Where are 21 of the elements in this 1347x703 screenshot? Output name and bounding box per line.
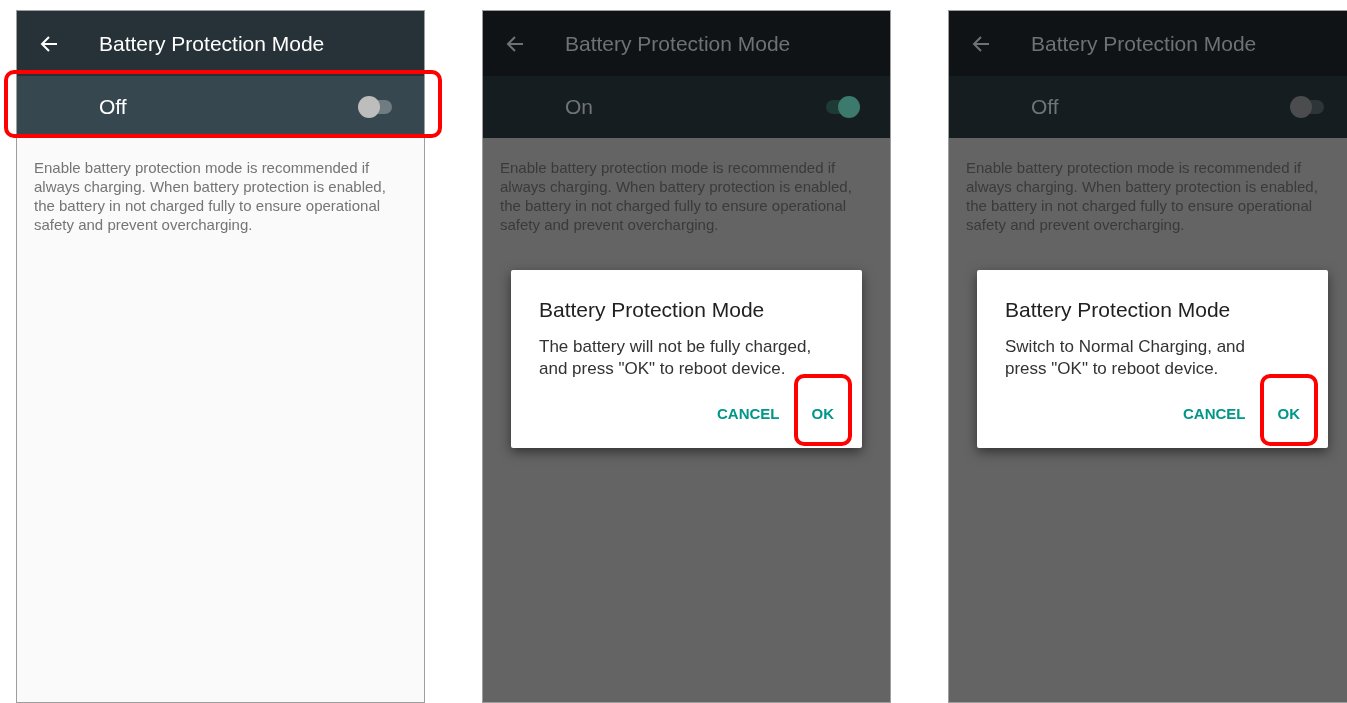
screen-title: Battery Protection Mode xyxy=(99,30,325,57)
back-arrow-icon[interactable] xyxy=(39,33,59,54)
toggle-switch[interactable] xyxy=(824,96,860,118)
switch-label: Off xyxy=(99,94,127,121)
dialog-title: Battery Protection Mode xyxy=(1005,297,1232,323)
switch-row[interactable]: Off xyxy=(949,76,1347,138)
dialog-message: Switch to Normal Charging, and press "OK" to reboot device. xyxy=(1005,335,1246,380)
dialog-button[interactable]: CANCEL xyxy=(703,390,794,438)
dialog-button[interactable]: CANCEL xyxy=(1169,390,1260,438)
dialog-title: Battery Protection Mode xyxy=(539,297,766,323)
switch-label: Off xyxy=(1031,94,1059,121)
dialog-message: The battery will not be fully charged, and press "OK" to reboot device. xyxy=(539,335,813,380)
switch-label: On xyxy=(565,94,593,121)
toggle-switch[interactable] xyxy=(358,96,394,118)
dialog-button[interactable]: OK xyxy=(1263,390,1314,438)
screen-title: Battery Protection Mode xyxy=(1031,30,1257,57)
switch-row[interactable]: On xyxy=(483,76,890,138)
description-text: Enable battery protection mode is recommended if always charging. When battery protection is enabled, the battery in not charged fully to ensure operational safety and prevent overcharging. xyxy=(33,158,387,234)
toggle-switch[interactable] xyxy=(1290,96,1326,118)
screen-title: Battery Protection Mode xyxy=(565,30,791,57)
dialog-button[interactable]: OK xyxy=(797,390,848,438)
